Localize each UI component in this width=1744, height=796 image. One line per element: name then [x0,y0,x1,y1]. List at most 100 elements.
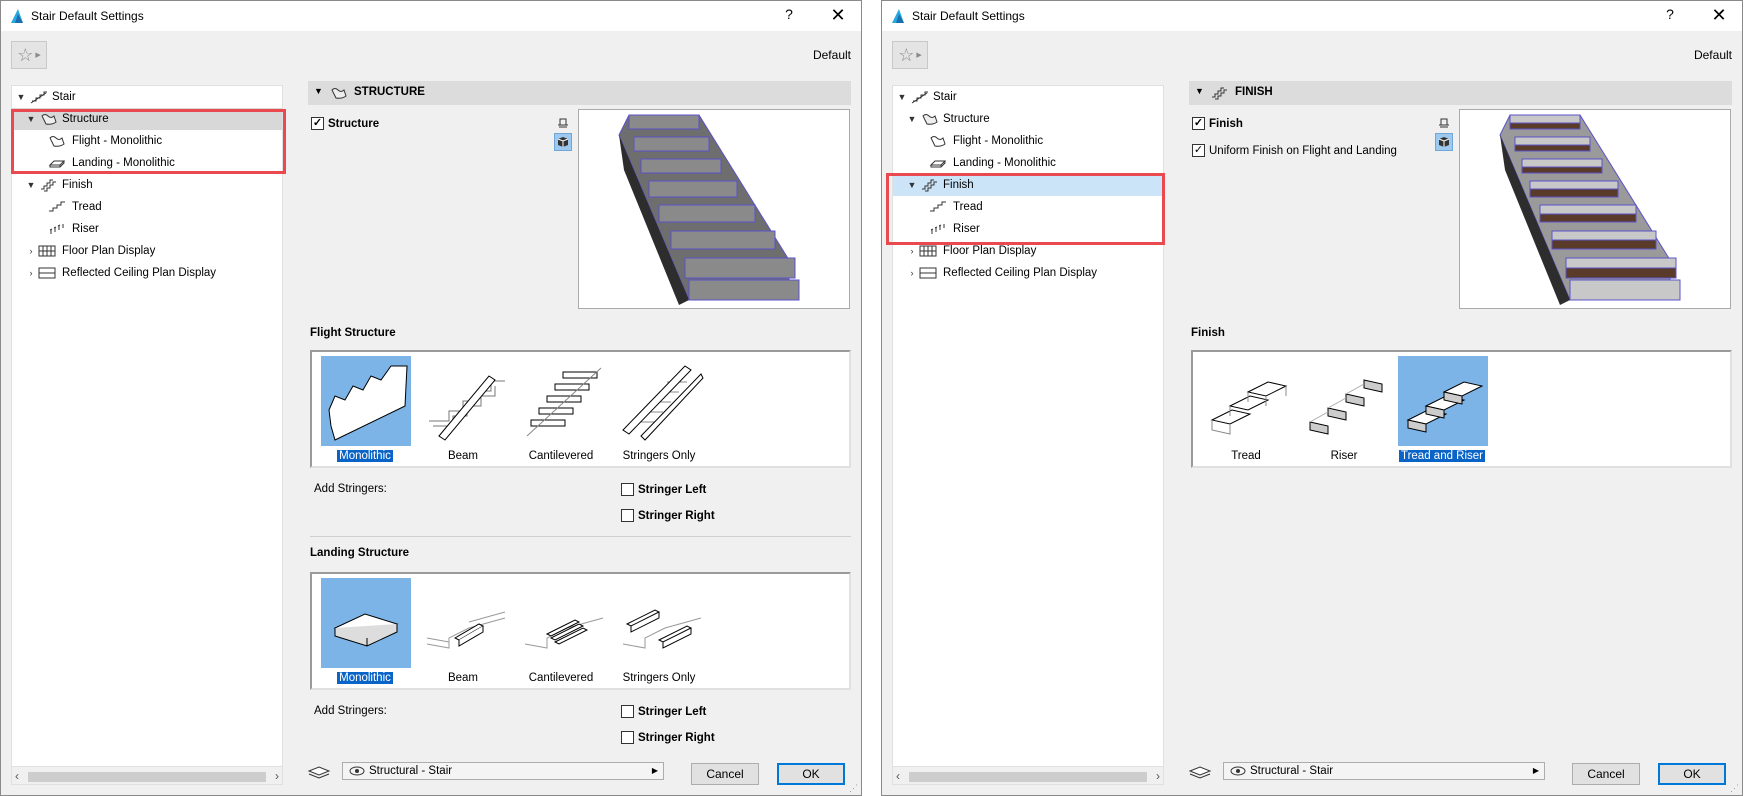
layer-dropdown[interactable]: Structural - Stair ▶ [342,762,664,780]
ok-button[interactable]: OK [1658,763,1726,785]
tree-label-riser: Riser [953,223,980,235]
finish-icon [41,179,56,192]
scroll-right-icon[interactable]: › [275,769,279,783]
landing-stringer-right-checkbox[interactable]: Stringer Right [621,731,715,744]
tree-item-rcp[interactable]: › Reflected Ceiling Plan Display [893,262,1163,284]
scroll-thumb[interactable] [28,772,266,782]
flight-icon [49,136,65,147]
stringer-right-checkbox[interactable]: Stringer Right [621,509,715,522]
section-title: STRUCTURE [354,86,425,98]
chevron-down-icon[interactable]: ▼ [907,114,917,124]
landing-option-monolithic[interactable]: Monolithic [319,578,411,686]
flight-option-label: Monolithic [337,450,393,462]
section-header-finish[interactable]: ▼ FINISH [1189,81,1732,105]
chevron-right-icon[interactable]: › [26,268,36,278]
cancel-button[interactable]: Cancel [691,763,759,785]
flight-option-beam[interactable]: Beam [417,356,509,464]
favorites-button[interactable]: ☆ ▶ [892,41,928,69]
layer-dropdown[interactable]: Structural - Stair ▶ [1223,762,1545,780]
tree-item-stair[interactable]: ▼ Stair [12,86,282,108]
tree-item-flight[interactable]: Flight - Monolithic [12,130,282,152]
resize-grip-icon[interactable]: ⋰ [849,783,859,793]
stringer-right-label: Stringer Right [638,509,715,522]
stringer-left-checkbox[interactable]: Stringer Left [621,483,706,496]
ok-button[interactable]: OK [777,763,845,785]
landing-option-beam[interactable]: Beam [417,578,509,686]
cantilevered-stair-icon [526,367,602,437]
close-button[interactable]: ✕ [1704,5,1734,27]
floor-plan-icon [919,245,937,257]
tree-item-finish[interactable]: ▼ Finish [12,174,282,196]
chevron-down-icon[interactable]: ▼ [907,180,917,190]
favorites-button[interactable]: ☆ ▶ [11,41,47,69]
tree-item-riser[interactable]: Riser [893,218,1163,240]
cancel-button[interactable]: Cancel [1572,763,1640,785]
star-icon: ☆ [17,44,34,65]
scroll-thumb[interactable] [909,772,1147,782]
tree-item-floor-plan[interactable]: › Floor Plan Display [893,240,1163,262]
tree-item-stair[interactable]: ▼ Stair [893,86,1163,108]
scroll-right-icon[interactable]: › [1156,769,1160,783]
chevron-down-icon[interactable]: ▼ [314,86,323,96]
tree-item-flight[interactable]: Flight - Monolithic [893,130,1163,152]
chevron-down-icon[interactable]: ▼ [16,92,26,102]
tree-item-riser[interactable]: Riser [12,218,282,240]
tree-item-rcp[interactable]: › Reflected Ceiling Plan Display [12,262,282,284]
tree-horizontal-scrollbar[interactable]: ‹ › [12,766,282,784]
help-button[interactable]: ? [777,6,801,26]
uniform-finish-checkbox[interactable]: ✓ Uniform Finish on Flight and Landing [1192,144,1397,157]
view-3d-icon[interactable] [554,133,572,151]
finish-option-tread[interactable]: Tread [1200,356,1292,464]
archicad-app-icon [892,9,904,23]
settings-tree: ▼ Stair ▼ Structure Flight - Monolithic … [11,85,283,785]
chevron-down-icon[interactable]: ▼ [1195,86,1204,96]
chevron-down-icon[interactable]: ▼ [26,180,36,190]
tree-item-tread[interactable]: Tread [12,196,282,218]
structure-checkbox-label: Structure [328,117,380,130]
section-header-structure[interactable]: ▼ STRUCTURE [308,81,851,105]
tree-item-structure[interactable]: ▼ Structure [893,108,1163,130]
finish-checkbox[interactable]: ✓ Finish [1192,117,1243,130]
tree-item-landing[interactable]: Landing - Monolithic [893,152,1163,174]
flight-option-stringers-only[interactable]: Stringers Only [613,356,705,464]
landing-stringer-left-checkbox[interactable]: Stringer Left [621,705,706,718]
tree-item-floor-plan[interactable]: › Floor Plan Display [12,240,282,262]
tree-horizontal-scrollbar[interactable]: ‹ › [893,766,1163,784]
view-3d-icon[interactable] [1435,133,1453,151]
scroll-left-icon[interactable]: ‹ [15,769,19,783]
layer-icon [307,766,331,779]
finish-option-riser[interactable]: Riser [1298,356,1390,464]
scroll-left-icon[interactable]: ‹ [896,769,900,783]
finish-option-label: Riser [1330,450,1358,462]
chevron-right-icon[interactable]: › [26,246,36,256]
flight-option-cantilevered[interactable]: Cantilevered [515,356,607,464]
landing-structure-header: Landing Structure [310,547,410,559]
landing-option-stringers-only[interactable]: Stringers Only [613,578,705,686]
title-bar: Stair Default Settings ? ✕ [1,1,861,31]
help-button[interactable]: ? [1658,6,1682,26]
stair-settings-dialog-finish: Stair Default Settings ? ✕ ☆ ▶ Default ▼ … [881,0,1743,796]
checkmark-icon: ✓ [1192,117,1205,130]
view-plan-icon[interactable] [554,113,572,131]
chevron-down-icon[interactable]: ▼ [897,92,907,102]
chevron-down-icon[interactable]: ▼ [26,114,36,124]
tree-item-landing[interactable]: Landing - Monolithic [12,152,282,174]
landing-option-cantilevered[interactable]: Cantilevered [515,578,607,686]
close-button[interactable]: ✕ [823,5,853,27]
tree-item-finish[interactable]: ▼ Finish [893,174,1163,196]
tree-item-tread[interactable]: Tread [893,196,1163,218]
structure-checkbox[interactable]: ✓ Structure [311,117,379,130]
view-plan-icon[interactable] [1435,113,1453,131]
archicad-app-icon [11,9,23,23]
divider [310,536,851,537]
tree-item-structure[interactable]: ▼ Structure [12,108,282,130]
finish-option-tread-and-riser[interactable]: Tread and Riser [1396,356,1488,464]
tree-label-tread: Tread [953,201,983,213]
resize-grip-icon[interactable]: ⋰ [1730,783,1740,793]
chevron-right-icon[interactable]: › [907,246,917,256]
flight-option-monolithic[interactable]: Monolithic [319,356,411,464]
chevron-right-icon[interactable]: › [907,268,917,278]
finish-gallery: Tread Riser Tread and Riser [1191,350,1732,468]
tree-label-finish: Finish [943,179,974,191]
tree-label-landing: Landing - Monolithic [953,157,1056,169]
